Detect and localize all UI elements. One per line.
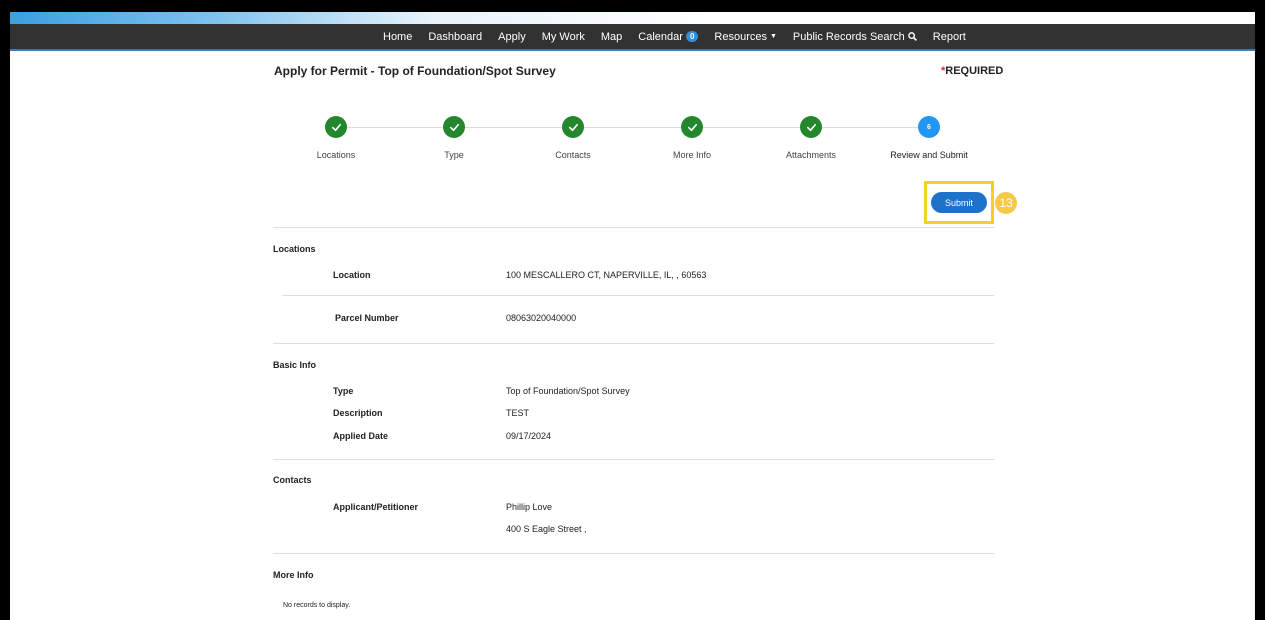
step-attachments[interactable]: Attachments <box>751 116 871 160</box>
search-icon <box>907 32 917 41</box>
submit-button[interactable]: Submit <box>931 192 987 213</box>
step-label: More Info <box>672 150 712 160</box>
browser-viewport: Home Dashboard Apply My Work Map Calenda… <box>10 12 1255 620</box>
divider <box>273 459 994 460</box>
section-title-locations: Locations <box>273 244 316 254</box>
check-circle-icon <box>562 116 584 138</box>
divider <box>273 343 994 344</box>
applicant-name: Phillip Love <box>506 502 553 512</box>
step-label: Type <box>444 150 464 160</box>
parcel-number-label: Parcel Number <box>335 313 399 323</box>
description-value: TEST <box>506 408 530 418</box>
step-number-circle: 6 <box>918 116 940 138</box>
nav-public-records-label: Public Records Search <box>792 30 905 43</box>
location-value: 100 MESCALLERO CT, NAPERVILLE, IL, , 605… <box>506 270 707 280</box>
step-number: 6 <box>927 123 931 131</box>
nav-calendar[interactable]: Calendar 0 <box>638 30 699 43</box>
section-title-contacts: Contacts <box>273 475 312 485</box>
nav-map[interactable]: Map <box>601 31 622 43</box>
section-title-more-info: More Info <box>273 570 314 580</box>
calendar-count-badge: 0 <box>685 31 699 42</box>
divider <box>273 227 994 228</box>
main-navbar: Home Dashboard Apply My Work Map Calenda… <box>10 24 1255 51</box>
step-type[interactable]: Type <box>394 116 514 160</box>
type-label: Type <box>333 386 354 396</box>
nav-calendar-label: Calendar <box>638 30 683 43</box>
applied-date-value: 09/17/2024 <box>506 431 552 441</box>
divider <box>273 553 994 554</box>
divider <box>283 295 994 296</box>
page-scrollbar[interactable] <box>1254 51 1255 620</box>
required-indicator: *REQUIRED <box>941 65 1003 77</box>
step-more-info[interactable]: More Info <box>632 116 752 160</box>
type-value: Top of Foundation/Spot Survey <box>506 386 630 396</box>
top-gradient-strip <box>10 12 1255 24</box>
step-locations[interactable]: Locations <box>276 116 396 160</box>
page-title: Apply for Permit - Top of Foundation/Spo… <box>274 64 556 78</box>
step-label: Review and Submit <box>890 150 968 160</box>
step-label: Contacts <box>555 150 591 160</box>
parcel-number-value: 08063020040000 <box>506 313 577 323</box>
no-records-message: No records to display. <box>283 602 351 609</box>
check-circle-icon <box>325 116 347 138</box>
section-title-basic-info: Basic Info <box>273 360 317 370</box>
nav-public-records-search[interactable]: Public Records Search <box>793 31 917 43</box>
check-circle-icon <box>443 116 465 138</box>
description-label: Description <box>333 408 383 418</box>
check-circle-icon <box>800 116 822 138</box>
check-circle-icon <box>681 116 703 138</box>
location-label: Location <box>333 270 371 280</box>
nav-resources-label: Resources <box>714 30 767 43</box>
step-label: Attachments <box>785 150 837 160</box>
nav-home[interactable]: Home <box>383 31 412 43</box>
nav-report[interactable]: Report <box>933 31 966 43</box>
applied-date-label: Applied Date <box>333 431 389 441</box>
applicant-petitioner-label: Applicant/Petitioner <box>333 502 419 512</box>
required-text: REQUIRED <box>945 65 1004 77</box>
step-annotation-marker: 13 <box>995 192 1017 214</box>
nav-dashboard[interactable]: Dashboard <box>428 31 482 43</box>
caret-down-icon: ▼ <box>769 33 777 40</box>
step-contacts[interactable]: Contacts <box>513 116 633 160</box>
step-label: Locations <box>316 150 356 160</box>
nav-resources[interactable]: Resources ▼ <box>714 31 777 43</box>
step-review-and-submit[interactable]: 6 Review and Submit <box>869 116 989 160</box>
applicant-address: 400 S Eagle Street , <box>506 524 587 534</box>
nav-apply[interactable]: Apply <box>498 31 526 43</box>
nav-my-work[interactable]: My Work <box>542 31 585 43</box>
